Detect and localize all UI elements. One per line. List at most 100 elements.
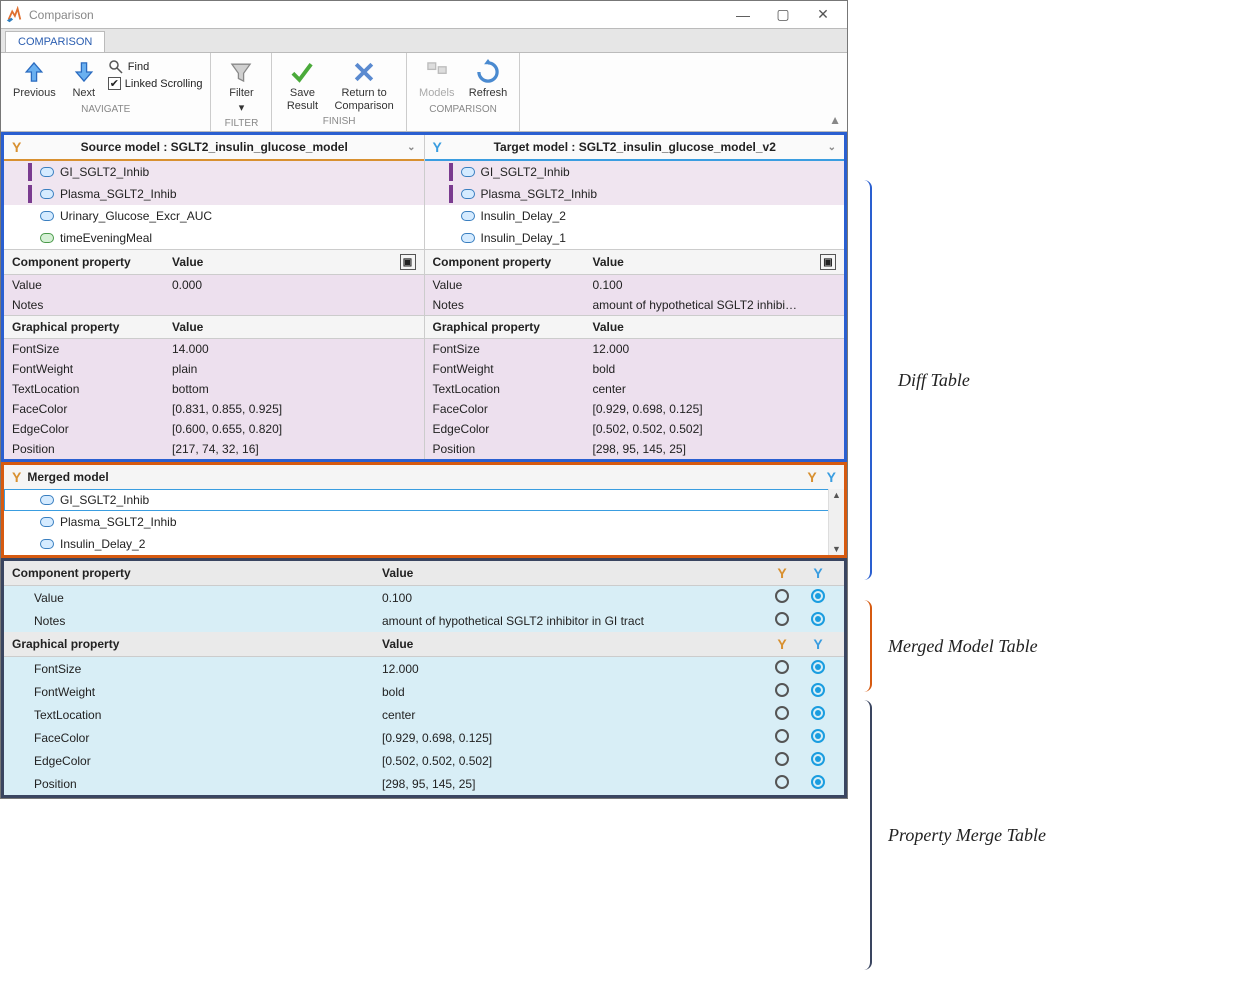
property-row[interactable]: TextLocationbottom [4, 379, 424, 399]
filter-button[interactable]: Filter ▾ [219, 57, 263, 116]
property-row[interactable]: Value0.100 [425, 275, 845, 295]
tree-item[interactable]: GI_SGLT2_Inhib [425, 161, 845, 183]
tree-item[interactable]: Insulin_Delay_1 [425, 227, 845, 249]
expand-icon[interactable]: ▣ [820, 254, 836, 270]
group-navigate: Previous Next Find ✔ Linked Scrolling [1, 53, 211, 131]
toolstrip: Previous Next Find ✔ Linked Scrolling [1, 53, 847, 132]
target-radio[interactable] [811, 683, 825, 697]
property-row[interactable]: Notes [4, 295, 424, 315]
source-radio[interactable] [775, 752, 789, 766]
save-result-button[interactable]: Save Result [280, 57, 324, 114]
scroll-down-icon[interactable]: ▼ [831, 543, 842, 555]
tree-item[interactable]: Insulin_Delay_2 [425, 205, 845, 227]
source-radio[interactable] [775, 589, 789, 603]
scrollbar[interactable]: ▲ ▼ [828, 489, 844, 555]
collapse-toolstrip-icon[interactable]: ▲ [823, 109, 847, 131]
property-row[interactable]: Position[298, 95, 145, 25] [425, 439, 845, 459]
merged-tree[interactable]: GI_SGLT2_InhibPlasma_SGLT2_InhibInsulin_… [4, 489, 844, 555]
find-button[interactable]: Find [108, 59, 203, 75]
property-row[interactable]: TextLocationcenter [425, 379, 845, 399]
expand-icon[interactable]: ▣ [400, 254, 416, 270]
property-row[interactable]: FontSize14.000 [4, 339, 424, 359]
fork-icon: Y [12, 139, 21, 155]
app-window: Comparison — ▢ ✕ COMPARISON Previous Nex… [0, 0, 848, 799]
tree-item[interactable]: Urinary_Glucose_Excr_AUC [4, 205, 424, 227]
source-header[interactable]: Y Source model : SGLT2_insulin_glucose_m… [4, 135, 424, 161]
property-row[interactable]: Position[217, 74, 32, 16] [4, 439, 424, 459]
item-label: GI_SGLT2_Inhib [481, 165, 570, 179]
source-radio[interactable] [775, 612, 789, 626]
minimize-button[interactable]: — [723, 2, 763, 28]
merged-region: Y Merged model Y Y GI_SGLT2_InhibPlasma_… [1, 462, 847, 558]
target-header[interactable]: Y Target model : SGLT2_insulin_glucose_m… [425, 135, 845, 161]
maximize-button[interactable]: ▢ [763, 2, 803, 28]
property-row[interactable]: FontWeightbold [425, 359, 845, 379]
merge-property-row[interactable]: EdgeColor[0.502, 0.502, 0.502] [4, 749, 844, 772]
linked-scrolling-checkbox[interactable]: ✔ Linked Scrolling [108, 77, 203, 90]
brace-merged [858, 600, 872, 692]
previous-button[interactable]: Previous [9, 57, 60, 102]
property-row[interactable]: FaceColor[0.929, 0.698, 0.125] [425, 399, 845, 419]
species-icon [461, 189, 475, 199]
target-fork-icon[interactable]: Y [827, 469, 836, 485]
target-tree[interactable]: GI_SGLT2_Inhib Plasma_SGLT2_Inhib Insulin_… [425, 161, 845, 249]
funnel-icon [228, 59, 254, 85]
fork-icon: Y [433, 139, 442, 155]
source-tree[interactable]: GI_SGLT2_InhibPlasma_SGLT2_InhibUrinary_… [4, 161, 424, 249]
merge-property-row[interactable]: TextLocationcenter [4, 703, 844, 726]
merged-item[interactable]: Plasma_SGLT2_Inhib [4, 511, 844, 533]
source-radio[interactable] [775, 775, 789, 789]
property-row[interactable]: EdgeColor[0.502, 0.502, 0.502] [425, 419, 845, 439]
merge-property-row[interactable]: Position[298, 95, 145, 25] [4, 772, 844, 795]
target-radio[interactable] [811, 752, 825, 766]
tree-item[interactable]: Plasma_SGLT2_Inhib [425, 183, 845, 205]
species-icon [40, 233, 54, 243]
tree-item[interactable]: GI_SGLT2_Inhib [4, 161, 424, 183]
merged-item[interactable]: Insulin_Delay_2 [4, 533, 844, 555]
group-comparison: Models Refresh COMPARISON [407, 53, 521, 131]
tree-item[interactable]: timeEveningMeal [4, 227, 424, 249]
target-radio[interactable] [811, 775, 825, 789]
next-button[interactable]: Next [66, 57, 102, 102]
refresh-button[interactable]: Refresh [465, 57, 512, 102]
merged-item[interactable]: GI_SGLT2_Inhib [4, 489, 844, 511]
source-radio[interactable] [775, 729, 789, 743]
target-radio[interactable] [811, 612, 825, 626]
close-button[interactable]: ✕ [803, 2, 843, 28]
property-row[interactable]: FontWeightplain [4, 359, 424, 379]
tab-comparison[interactable]: COMPARISON [5, 31, 105, 52]
source-fork-icon: Y [777, 636, 786, 652]
source-radio[interactable] [775, 683, 789, 697]
merge-property-row[interactable]: FontSize12.000 [4, 657, 844, 680]
target-radio[interactable] [811, 729, 825, 743]
source-fork-icon[interactable]: Y [807, 469, 816, 485]
source-radio[interactable] [775, 660, 789, 674]
target-radio[interactable] [811, 706, 825, 720]
property-row[interactable]: FontSize12.000 [425, 339, 845, 359]
merge-property-row[interactable]: FaceColor[0.929, 0.698, 0.125] [4, 726, 844, 749]
property-row[interactable]: FaceColor[0.831, 0.855, 0.925] [4, 399, 424, 419]
merge-comp-rows: Value0.100Notesamount of hypothetical SG… [4, 586, 844, 632]
window-title: Comparison [29, 8, 723, 22]
chevron-down-icon: ⌄ [828, 142, 836, 153]
source-radio[interactable] [775, 706, 789, 720]
merge-property-row[interactable]: Value0.100 [4, 586, 844, 609]
property-row[interactable]: Notesamount of hypothetical SGLT2 inhibi… [425, 295, 845, 315]
scroll-up-icon[interactable]: ▲ [831, 489, 842, 501]
merge-props-region: Component property Value Y Y Value0.100N… [1, 558, 847, 798]
source-comp-rows: Value0.000Notes [4, 275, 424, 315]
target-panel: Y Target model : SGLT2_insulin_glucose_m… [425, 135, 845, 459]
property-row[interactable]: Value0.000 [4, 275, 424, 295]
group-filter: Filter ▾ FILTER [211, 53, 272, 131]
arrow-up-icon [21, 59, 47, 85]
target-radio[interactable] [811, 660, 825, 674]
species-icon [40, 495, 54, 505]
return-to-comparison-button[interactable]: Return to Comparison [330, 57, 397, 114]
item-label: Insulin_Delay_2 [481, 209, 566, 223]
property-row[interactable]: EdgeColor[0.600, 0.655, 0.820] [4, 419, 424, 439]
checkbox-checked-icon: ✔ [108, 77, 121, 90]
merge-property-row[interactable]: Notesamount of hypothetical SGLT2 inhibi… [4, 609, 844, 632]
merge-property-row[interactable]: FontWeightbold [4, 680, 844, 703]
tree-item[interactable]: Plasma_SGLT2_Inhib [4, 183, 424, 205]
target-radio[interactable] [811, 589, 825, 603]
